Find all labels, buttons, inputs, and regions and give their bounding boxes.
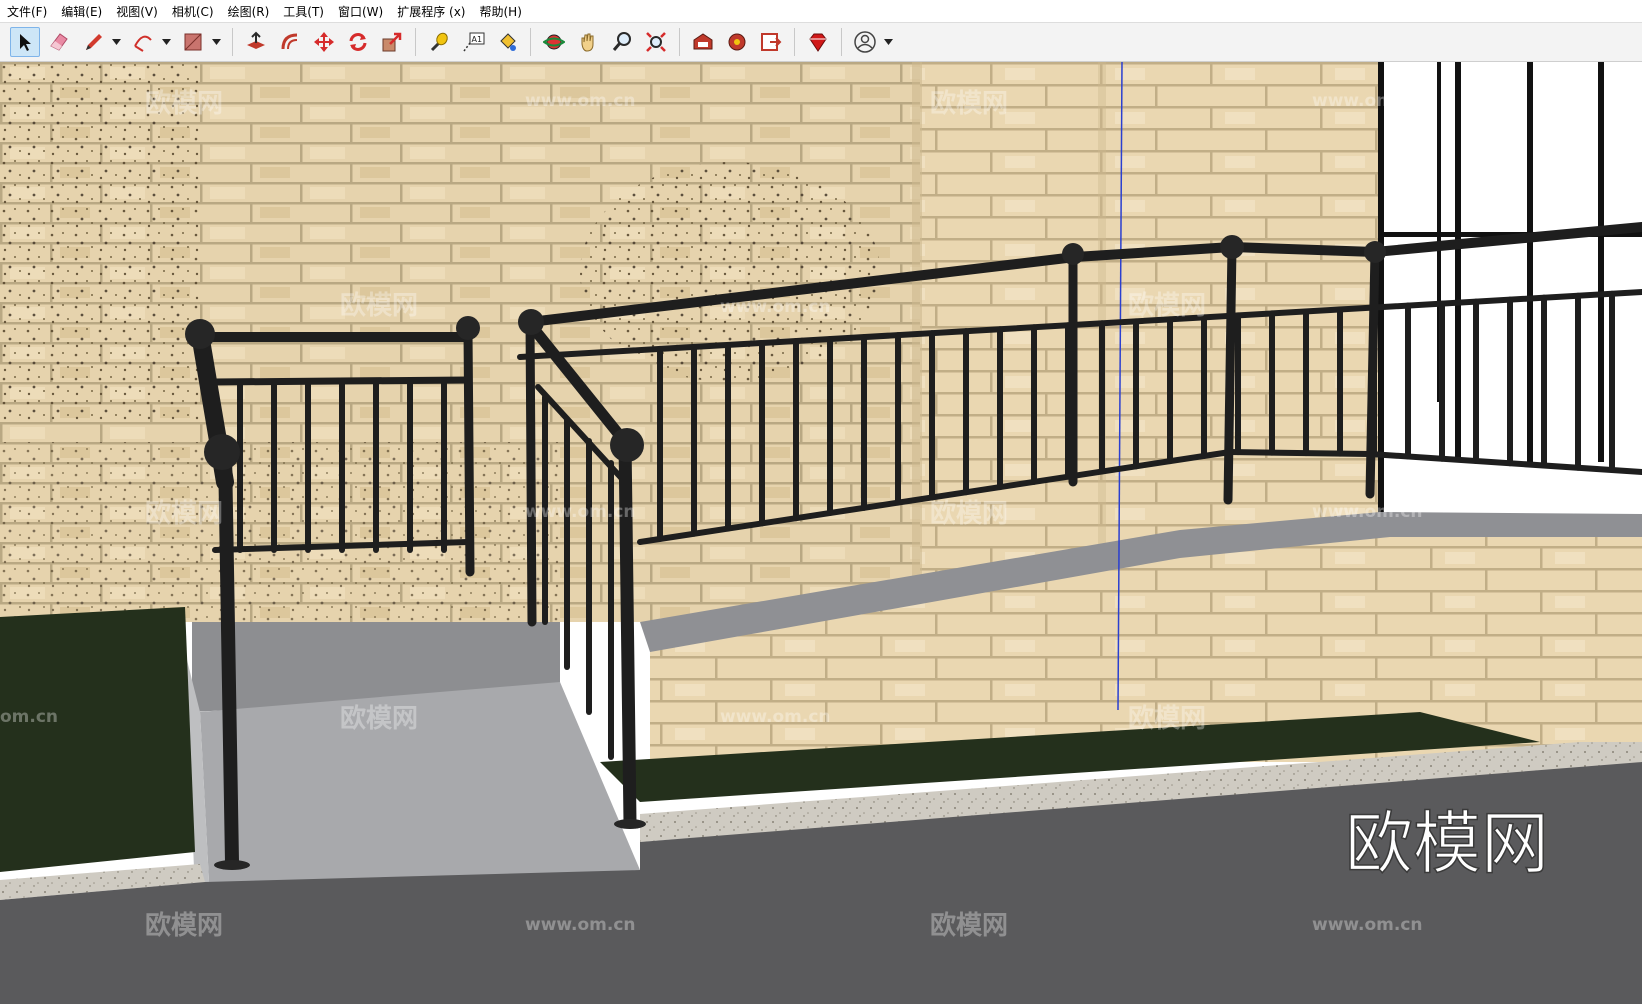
account-button[interactable] [850,27,880,57]
watermark-brand: 欧模网 [145,498,223,529]
watermark-site: www.om.cn [1312,91,1423,111]
account-dropdown[interactable] [882,27,894,57]
menu-file[interactable]: 文件(F) [0,3,54,20]
toolbar-separator [232,28,233,56]
wall-corner-shadow [912,62,922,622]
watermark-site: www.om.cn [720,297,831,317]
layout-icon [761,33,782,51]
menu-help[interactable]: 帮助(H) [472,3,528,20]
move-tool-icon [314,32,334,52]
pencil-dropdown[interactable] [110,27,122,57]
warehouse-icon [693,33,713,50]
arc-tool-button[interactable] [128,27,158,57]
menu-window[interactable]: 窗口(W) [331,3,390,20]
push-pull-tool-button[interactable] [241,27,271,57]
text-tool-icon: A1 [463,32,485,52]
text-tool-glyph: A1 [472,35,483,44]
toolbar-separator [530,28,531,56]
watermark-site-partial: om.cn [0,707,58,727]
select-tool-button[interactable] [10,27,40,57]
menu-camera[interactable]: 相机(C) [165,3,221,20]
pan-tool-icon [581,33,594,52]
chevron-down-icon [211,39,221,45]
menu-draw[interactable]: 绘图(R) [221,3,277,20]
paint-bucket-tool-icon [500,33,516,51]
offset-tool-button[interactable] [275,27,305,57]
extension-warehouse-button[interactable] [722,27,752,57]
arc-tool-icon [134,35,152,52]
move-tool-button[interactable] [309,27,339,57]
watermark-brand: 欧模网 [1128,290,1206,321]
watermark-brand: 欧模网 [340,290,418,321]
ruby-console-button[interactable] [803,27,833,57]
chevron-down-icon [111,39,121,45]
pencil-tool-button[interactable] [78,27,108,57]
text-tool-button[interactable]: A1 [458,27,488,57]
chevron-down-icon [883,39,893,45]
watermark-brand: 欧模网 [930,910,1008,941]
shape-tool-icon [184,33,202,51]
watermark-brand: 欧模网 [145,88,223,119]
account-icon [854,31,876,53]
orbit-tool-button[interactable] [539,27,569,57]
arc-dropdown[interactable] [160,27,172,57]
rotate-tool-icon [349,33,367,51]
watermark-site: www.om.cn [525,915,636,935]
rotate-tool-button[interactable] [343,27,373,57]
ruby-console-icon [809,33,827,52]
menu-edit[interactable]: 编辑(E) [54,3,109,20]
toolbar-separator [841,28,842,56]
scale-tool-button[interactable] [377,27,407,57]
tape-measure-tool-icon [430,32,448,52]
menu-bar: 文件(F) 编辑(E) 视图(V) 相机(C) 绘图(R) 工具(T) 窗口(W… [0,0,1642,22]
zoom-tool-button[interactable] [607,27,637,57]
menu-tools[interactable]: 工具(T) [276,3,331,20]
watermark-site: www.om.cn [525,91,636,111]
watermark-site: www.om.cn [525,502,636,522]
tape-measure-tool-button[interactable] [424,27,454,57]
watermark-site: www.om.cn [1312,915,1423,935]
toolbar-separator [794,28,795,56]
eraser-tool-button[interactable] [44,27,74,57]
scene-canvas[interactable]: 欧模网 www.om.cn 欧模网 www.om.cn 欧模网 www.om.c… [0,62,1642,1004]
toolbar-separator [415,28,416,56]
extension-warehouse-icon [728,33,746,51]
foliage-bottom-left [0,442,560,622]
menu-extensions[interactable]: 扩展程序 (x) [390,3,472,20]
toolbar: A1 [0,22,1642,62]
offset-tool-icon [281,33,298,50]
push-pull-tool-icon [247,31,265,49]
watermark-site: www.om.cn [1312,502,1423,522]
layout-button[interactable] [756,27,786,57]
chevron-down-icon [161,39,171,45]
pencil-tool-icon [86,34,102,50]
scale-tool-icon [382,32,402,52]
zoom-tool-icon [612,32,631,51]
watermark-site: www.om.cn [720,707,831,727]
watermark-brand: 欧模网 [930,88,1008,119]
select-tool-icon [20,34,31,51]
watermark-brand: 欧模网 [340,703,418,734]
watermark-brand: 欧模网 [145,910,223,941]
warehouse-button[interactable] [688,27,718,57]
grass-left [0,607,195,872]
ramp-lower-surface [200,682,640,900]
watermark-brand: 欧模网 [1128,703,1206,734]
pan-tool-button[interactable] [573,27,603,57]
shape-tool-button[interactable] [178,27,208,57]
shape-dropdown[interactable] [210,27,222,57]
eraser-tool-icon [50,33,68,51]
orbit-tool-icon [543,34,565,50]
menu-view[interactable]: 视图(V) [109,3,165,20]
paint-bucket-tool-button[interactable] [492,27,522,57]
model-viewport[interactable]: 欧模网 www.om.cn 欧模网 www.om.cn 欧模网 www.om.c… [0,62,1642,1004]
brand-watermark-large: 欧模网 [1345,805,1549,884]
toolbar-separator [679,28,680,56]
watermark-brand: 欧模网 [930,498,1008,529]
zoom-extents-tool-icon [646,32,666,52]
zoom-extents-tool-button[interactable] [641,27,671,57]
